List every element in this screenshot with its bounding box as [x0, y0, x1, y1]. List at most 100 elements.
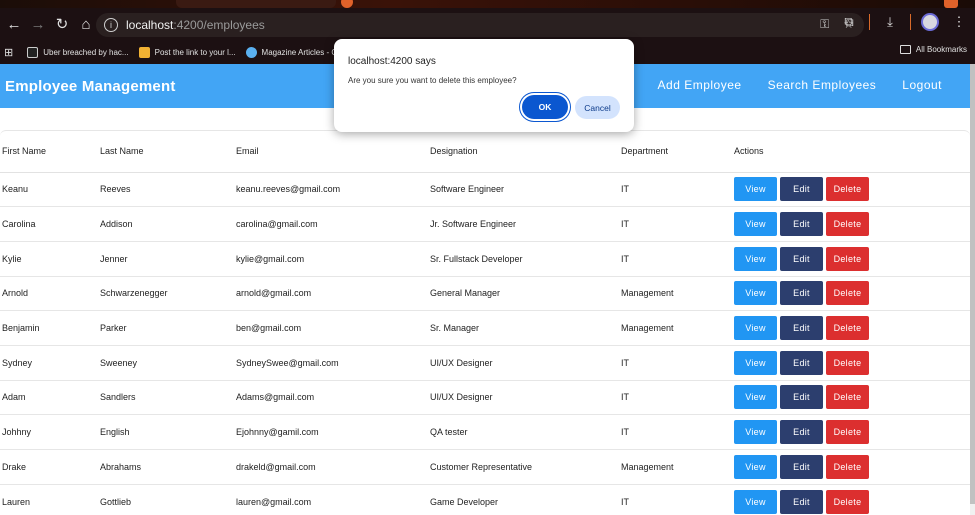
cell-email: SydneySwee@gmail.com: [234, 345, 428, 381]
menu-icon[interactable]: ⋮: [949, 12, 969, 32]
table-row: Kylie Jenner kylie@gmail.com Sr. Fullstack …: [0, 241, 970, 277]
bookmark-label: Uber breached by hac...: [43, 47, 129, 57]
edit-button[interactable]: Edit: [780, 350, 823, 375]
bookmark-label: Post the link to your l...: [154, 47, 236, 57]
toolbar-divider: [910, 14, 911, 30]
delete-button[interactable]: Delete: [826, 350, 869, 375]
cell-designation: Game Developer: [428, 484, 619, 515]
delete-button[interactable]: Delete: [826, 212, 869, 237]
view-button[interactable]: View: [734, 420, 777, 445]
reload-icon[interactable]: ↻: [50, 12, 74, 36]
delete-button[interactable]: Delete: [826, 420, 869, 445]
delete-button[interactable]: Delete: [826, 281, 869, 306]
edit-button[interactable]: Edit: [780, 385, 823, 410]
view-button[interactable]: View: [734, 385, 777, 410]
cell-designation: Software Engineer: [428, 172, 619, 208]
view-button[interactable]: View: [734, 454, 777, 479]
apps-grid-icon[interactable]: ⊞: [4, 46, 13, 59]
cancel-button[interactable]: Cancel: [575, 96, 620, 119]
cell-department: IT: [619, 345, 732, 381]
tab-close-icon[interactable]: [341, 0, 353, 8]
cell-first-name: Kylie: [0, 241, 98, 277]
table-body: Keanu Reeves keanu.reeves@gmail.com Softwar…: [0, 172, 970, 515]
table-header-row: First Name Last Name Email Designation D…: [0, 131, 970, 173]
edit-button[interactable]: Edit: [780, 489, 823, 514]
cell-actions: View Edit Delete: [732, 345, 970, 381]
ok-button[interactable]: OK: [522, 95, 568, 119]
nav-search-employees[interactable]: Search Employees: [768, 78, 877, 92]
cell-designation: Jr. Software Engineer: [428, 206, 619, 242]
view-button[interactable]: View: [734, 281, 777, 306]
cell-email: drakeld@gmail.com: [234, 449, 428, 485]
cell-first-name: Adam: [0, 380, 98, 416]
delete-button[interactable]: Delete: [826, 385, 869, 410]
delete-button[interactable]: Delete: [826, 316, 869, 341]
view-button[interactable]: View: [734, 316, 777, 341]
back-icon[interactable]: ←: [2, 12, 26, 36]
view-button[interactable]: View: [734, 246, 777, 271]
cell-department: IT: [619, 414, 732, 450]
edit-button[interactable]: Edit: [780, 212, 823, 237]
nav-add-employee[interactable]: Add Employee: [658, 78, 742, 92]
download-icon[interactable]: ⤓: [880, 12, 900, 32]
delete-button[interactable]: Delete: [826, 489, 869, 514]
bookmark-item[interactable]: Uber breached by hac...: [27, 46, 129, 58]
cell-email: arnold@gmail.com: [234, 276, 428, 312]
table-row: Benjamin Parker ben@gmail.com Sr. Manager Ma…: [0, 310, 970, 346]
edit-button[interactable]: Edit: [780, 454, 823, 479]
cell-department: Management: [619, 310, 732, 346]
home-icon[interactable]: ⌂: [74, 12, 98, 36]
cell-designation: Sr. Fullstack Developer: [428, 241, 619, 277]
cell-last-name: Schwarzenegger: [98, 276, 234, 312]
cell-actions: View Edit Delete: [732, 172, 970, 208]
url-host: localhost: [126, 18, 174, 32]
cell-actions: View Edit Delete: [732, 206, 970, 242]
cell-designation: UI/UX Designer: [428, 345, 619, 381]
extensions-icon[interactable]: ⧉: [839, 12, 859, 32]
cloud-favicon-icon: [245, 46, 257, 58]
cell-designation: UI/UX Designer: [428, 380, 619, 416]
password-key-icon[interactable]: ⚿: [820, 17, 829, 32]
view-button[interactable]: View: [734, 212, 777, 237]
view-button[interactable]: View: [734, 489, 777, 514]
scrollbar-thumb[interactable]: [970, 64, 975, 504]
cell-first-name: Keanu: [0, 172, 98, 208]
new-tab-icon[interactable]: [944, 0, 958, 8]
cell-last-name: Abrahams: [98, 449, 234, 485]
cell-designation: Customer Representative: [428, 449, 619, 485]
cell-email: ben@gmail.com: [234, 310, 428, 346]
address-bar[interactable]: i localhost:4200/employees ⚿ ☆: [96, 13, 864, 37]
edit-button[interactable]: Edit: [780, 281, 823, 306]
delete-button[interactable]: Delete: [826, 246, 869, 271]
view-button[interactable]: View: [734, 177, 777, 202]
bookmark-item[interactable]: Post the link to your l...: [138, 46, 236, 58]
all-bookmarks[interactable]: All Bookmarks: [899, 45, 967, 54]
nav-logout[interactable]: Logout: [902, 78, 942, 92]
app-title: Employee Management: [5, 77, 176, 95]
browser-tab[interactable]: [176, 0, 336, 8]
profile-avatar[interactable]: [921, 13, 939, 31]
header-designation: Designation: [428, 131, 619, 173]
delete-button[interactable]: Delete: [826, 454, 869, 479]
header-first-name: First Name: [0, 131, 98, 173]
edit-button[interactable]: Edit: [780, 246, 823, 271]
edit-button[interactable]: Edit: [780, 420, 823, 445]
bookmark-label: Magazine Articles - Ci...: [261, 47, 346, 57]
cell-last-name: Sweeney: [98, 345, 234, 381]
browser-tab-strip: [0, 0, 975, 8]
url-path: :4200/employees: [173, 18, 265, 32]
cell-actions: View Edit Delete: [732, 449, 970, 485]
view-button[interactable]: View: [734, 350, 777, 375]
edit-button[interactable]: Edit: [780, 316, 823, 341]
cell-department: IT: [619, 380, 732, 416]
cell-actions: View Edit Delete: [732, 276, 970, 312]
delete-button[interactable]: Delete: [826, 177, 869, 202]
header-actions: Actions: [732, 131, 970, 173]
edit-button[interactable]: Edit: [780, 177, 823, 202]
table-row: Keanu Reeves keanu.reeves@gmail.com Softwar…: [0, 172, 970, 208]
bookmark-favicon-icon: [27, 46, 39, 58]
forward-icon[interactable]: →: [26, 12, 50, 36]
bookmark-item[interactable]: Magazine Articles - Ci...: [245, 46, 346, 58]
employee-table: First Name Last Name Email Designation D…: [0, 131, 970, 515]
site-info-icon[interactable]: i: [104, 18, 118, 32]
